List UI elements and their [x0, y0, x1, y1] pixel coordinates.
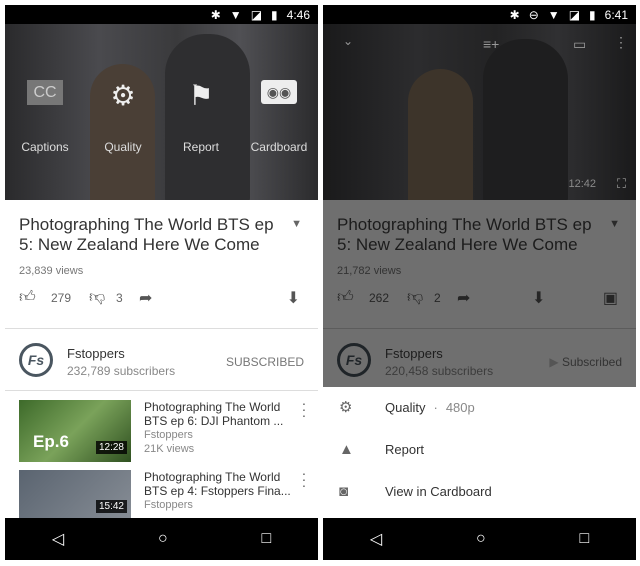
clock: 4:46 [286, 7, 310, 22]
status-bar: ✱ ▼ ◪ ▮ 4:46 [5, 5, 318, 24]
separator-dot: · [433, 399, 438, 415]
no-sim-icon: ◪ [568, 7, 581, 22]
like-count: 262 [369, 291, 390, 305]
collapse-icon[interactable]: ⌄ [343, 34, 353, 48]
like-icon[interactable]: 👍︎ [19, 288, 36, 307]
video-title: Photographing The World BTS ep 5: New Ze… [337, 215, 592, 254]
report-label[interactable]: Report [166, 140, 236, 154]
pip-icon[interactable]: ▣ [603, 288, 618, 308]
view-count: 21,782 views [337, 265, 402, 277]
warning-icon: ▲ [339, 440, 354, 458]
related-views: 21K views [144, 443, 195, 455]
dislike-count: 3 [116, 291, 123, 305]
duration-badge: 15:42 [95, 500, 127, 513]
cardboard-label[interactable]: Cardboard [244, 140, 314, 154]
like-icon[interactable]: 👍︎ [337, 288, 354, 307]
quality-label[interactable]: Quality [88, 140, 158, 154]
menu-item-report[interactable]: ▲ Report [323, 429, 636, 469]
nav-bar: ◁ ○ □ [323, 518, 636, 560]
no-sim-icon: ◪ [250, 7, 263, 22]
share-icon[interactable]: ➦ [457, 288, 470, 308]
subscribed-icon: ▶ [549, 355, 562, 369]
cast-icon[interactable]: ▭ [573, 36, 586, 53]
share-icon[interactable]: ➦ [139, 288, 152, 308]
view-count: 23,839 views [19, 265, 84, 277]
home-icon[interactable]: ○ [158, 530, 168, 548]
related-title: Photographing The World BTS ep 6: DJI Ph… [144, 400, 284, 428]
recents-icon[interactable]: □ [261, 530, 271, 548]
video-player[interactable]: ⌄ ≡+ ▭ ⋮ 12:42 ⛶ [323, 24, 636, 200]
wifi-icon: ▼ [547, 7, 560, 22]
expand-caret-icon[interactable]: ▼ [291, 218, 302, 230]
cardboard-icon: ◙ [339, 482, 349, 500]
recents-icon[interactable]: □ [579, 530, 589, 548]
dislike-icon[interactable]: 👎︎ [89, 288, 105, 307]
fullscreen-icon[interactable]: ⛶ [617, 176, 626, 192]
captions-label[interactable]: Captions [10, 140, 80, 154]
video-thumbnail[interactable]: Ep.6 12:28 [19, 400, 131, 462]
quality-value: 480p [445, 399, 475, 415]
battery-icon: ▮ [589, 7, 596, 22]
duration-badge: 12:28 [95, 441, 127, 454]
nav-bar: ◁ ○ □ [5, 518, 318, 560]
divider [323, 328, 636, 329]
dislike-count: 2 [434, 291, 441, 305]
back-icon[interactable]: ◁ [370, 529, 382, 549]
menu-item-cardboard[interactable]: ◙ View in Cardboard [323, 471, 636, 511]
clock: 6:41 [604, 7, 628, 22]
dislike-icon[interactable]: 👎︎ [407, 288, 423, 307]
subscribe-label: Subscribed [561, 355, 622, 369]
bluetooth-icon: ✱ [210, 7, 221, 22]
more-vert-icon[interactable]: · · · [299, 466, 309, 492]
download-icon[interactable]: ⬇ [532, 288, 545, 308]
channel-avatar[interactable]: Fs [337, 343, 371, 377]
related-channel: Fstoppers [144, 429, 193, 441]
channel-name[interactable]: Fstoppers [385, 346, 443, 361]
video-title: Photographing The World BTS ep 5: New Ze… [19, 215, 274, 254]
related-title: Photographing The World BTS ep 4: Fstopp… [144, 470, 291, 498]
gear-icon[interactable]: ⚙ [88, 79, 158, 112]
subscriber-count: 220,458 subscribers [385, 364, 494, 378]
download-icon[interactable]: ⬇ [287, 288, 300, 308]
menu-label: Report [385, 441, 425, 457]
related-channel: Fstoppers [144, 499, 193, 511]
video-duration: 12:42 [568, 178, 596, 190]
wifi-icon: ▼ [229, 7, 242, 22]
menu-item-quality[interactable]: ⚙ Quality · 480p [323, 387, 636, 427]
menu-label: View in Cardboard [385, 483, 492, 499]
add-to-playlist-icon[interactable]: ≡+ [483, 36, 499, 52]
related-video[interactable]: Ep.6 12:28 Photographing The World BTS e… [19, 396, 309, 462]
cc-icon[interactable]: CC [10, 80, 80, 105]
status-bar: ✱ ⊖ ▼ ◪ ▮ 6:41 [323, 5, 636, 24]
bluetooth-icon: ✱ [509, 7, 520, 22]
action-bar: 👍︎ 262 👎︎ 2 ➦ ⬇ ▣ [337, 288, 622, 310]
gear-icon: ⚙ [339, 399, 353, 416]
thumbnail-overlay-text: Ep.6 [33, 432, 69, 451]
video-player[interactable]: CC ⚙ ⚑ ◉◉ Captions Quality Report Cardbo… [5, 24, 318, 200]
subscribe-button[interactable]: ▶ Subscribed [549, 355, 622, 369]
battery-icon: ▮ [271, 7, 278, 22]
bottom-sheet-menu: ⚙ Quality · 480p ▲ Report ◙ View in Card… [323, 387, 636, 518]
divider [5, 328, 318, 329]
subscriber-count: 232,789 subscribers [67, 364, 176, 378]
expand-caret-icon[interactable]: ▼ [609, 218, 620, 230]
phone-left: ✱ ▼ ◪ ▮ 4:46 CC ⚙ ⚑ ◉◉ Captions Quality … [5, 5, 318, 560]
more-vert-icon[interactable]: · · · [299, 396, 309, 422]
like-count: 279 [51, 291, 72, 305]
channel-name[interactable]: Fstoppers [67, 346, 125, 361]
subscribe-button[interactable]: SUBSCRIBED [226, 355, 304, 369]
dnd-icon: ⊖ [528, 7, 539, 22]
cardboard-icon[interactable]: ◉◉ [244, 80, 314, 104]
channel-avatar[interactable]: Fs [19, 343, 53, 377]
action-bar: 👍︎ 279 👎︎ 3 ➦ ⬇ [19, 288, 304, 310]
home-icon[interactable]: ○ [476, 530, 486, 548]
flag-icon[interactable]: ⚑ [166, 79, 236, 112]
menu-label: Quality [385, 399, 426, 415]
divider [5, 390, 318, 391]
back-icon[interactable]: ◁ [52, 529, 64, 549]
more-vert-icon[interactable]: ⋮ [614, 34, 628, 51]
phone-right: ✱ ⊖ ▼ ◪ ▮ 6:41 ⌄ ≡+ ▭ ⋮ 12:42 ⛶ Photogra… [323, 5, 636, 560]
